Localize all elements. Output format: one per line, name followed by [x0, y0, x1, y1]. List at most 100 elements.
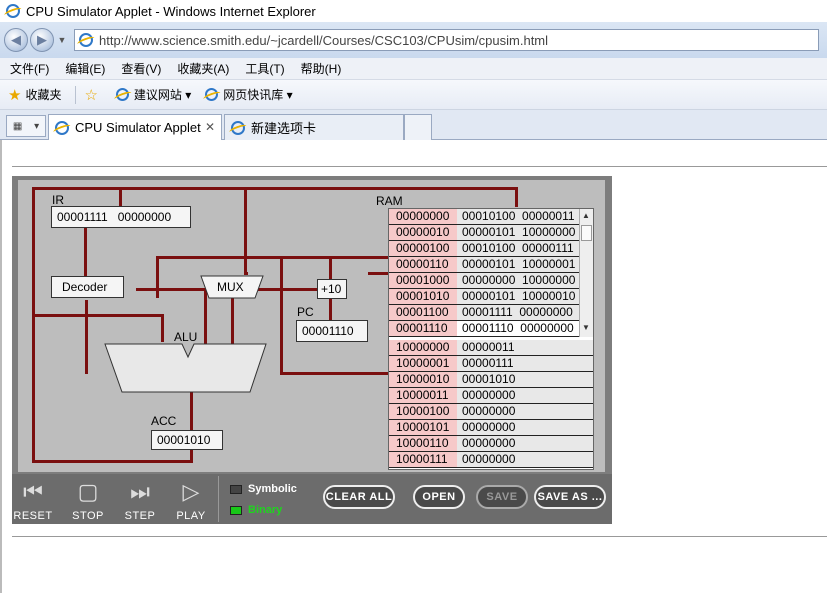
- ram-value[interactable]: 00010100 00000011: [457, 209, 593, 224]
- forward-button[interactable]: ▶: [30, 28, 54, 52]
- menu-help[interactable]: 帮助(H): [301, 60, 342, 77]
- ram-data-row[interactable]: 10000100 00000000: [389, 404, 593, 420]
- control-divider: [218, 476, 219, 522]
- ram-row[interactable]: 00000110 00000101 10000001: [389, 257, 593, 273]
- new-tab-title: 新建选项卡: [251, 121, 317, 136]
- binary-mode-toggle[interactable]: Binary: [230, 504, 282, 516]
- scroll-up-icon[interactable]: ▲: [582, 211, 590, 220]
- open-button[interactable]: OPEN: [413, 485, 465, 509]
- ram-data-row[interactable]: 10000111 00000000: [389, 452, 593, 468]
- acc-register[interactable]: 00001010: [151, 430, 223, 450]
- alu-shape: [104, 343, 267, 393]
- bus-wire: [32, 187, 35, 463]
- address-field[interactable]: http://www.science.smith.edu/~jcardell/C…: [74, 29, 819, 51]
- web-slice-gallery-button[interactable]: 网页快讯库 ▾: [205, 86, 293, 103]
- ram-row[interactable]: 00000000 00010100 00000011: [389, 209, 593, 225]
- ram-data-row[interactable]: 10000001 00000111: [389, 356, 593, 372]
- ram-value[interactable]: 00000000: [457, 452, 593, 467]
- ram-value[interactable]: 00001110 00000000: [457, 321, 593, 336]
- bus-wire: [244, 187, 247, 275]
- ram-value[interactable]: 00010100 00000111: [457, 241, 593, 256]
- ram-data-row[interactable]: 10000011 00000000: [389, 388, 593, 404]
- alu-label: ALU: [174, 330, 198, 344]
- ram-row[interactable]: 00000100 00010100 00000111: [389, 241, 593, 257]
- clear-all-button[interactable]: CLEAR ALL: [323, 485, 395, 509]
- ram-scrollbar[interactable]: ▲ ▼: [579, 209, 593, 337]
- tab-new-tab[interactable]: 新建选项卡: [224, 114, 404, 140]
- bus-wire: [32, 314, 164, 317]
- stop-label: STOP: [72, 510, 104, 522]
- favorites-bar: ★ 收藏夹 ☆ 建议网站 ▾ 网页快讯库 ▾: [0, 80, 827, 110]
- close-tab-icon[interactable]: ✕: [205, 120, 215, 134]
- ram-value[interactable]: 00000101 10000010: [457, 289, 593, 304]
- favorites-button[interactable]: ★ 收藏夹: [8, 86, 61, 104]
- tab-title: CPU Simulator Applet: [75, 120, 201, 135]
- ram-value[interactable]: 00000000: [457, 388, 593, 403]
- ram-value[interactable]: 00000000: [457, 420, 593, 435]
- back-button[interactable]: ◀: [4, 28, 28, 52]
- ram-data-row[interactable]: 10000010 00001010: [389, 372, 593, 388]
- separator: [75, 85, 77, 104]
- bus-wire: [32, 187, 517, 190]
- scroll-thumb[interactable]: [581, 225, 592, 241]
- ram-value[interactable]: 00000101 10000000: [457, 225, 593, 240]
- ram-value[interactable]: 00000000 10000000: [457, 273, 593, 288]
- ram-value[interactable]: 00001111 00000000: [457, 305, 593, 320]
- scroll-down-icon[interactable]: ▼: [582, 323, 590, 332]
- menu-file[interactable]: 文件(F): [10, 60, 49, 77]
- pc-register[interactable]: 00001110: [296, 320, 368, 342]
- stop-button[interactable]: ▢ STOP: [68, 480, 108, 523]
- ram-row[interactable]: 00001100 00001111 00000000: [389, 305, 593, 321]
- quick-tabs-button[interactable]: ▦ ▾: [6, 115, 46, 137]
- ram-data-row[interactable]: 10000101 00000000: [389, 420, 593, 436]
- bus-wire: [156, 256, 388, 259]
- ram-value[interactable]: 00001010: [457, 372, 593, 387]
- history-dropdown-icon[interactable]: ▼: [56, 35, 68, 45]
- ram-value[interactable]: 00000011: [457, 340, 593, 355]
- ram-value[interactable]: 00000111: [457, 356, 593, 371]
- play-label: PLAY: [176, 510, 206, 522]
- ram-data-row[interactable]: 10000000 00000011: [389, 340, 593, 356]
- ram-value[interactable]: 00000000: [457, 404, 593, 419]
- symbolic-led-icon: [230, 484, 242, 494]
- menu-edit[interactable]: 编辑(E): [65, 60, 105, 77]
- ie-logo-icon: [6, 4, 20, 18]
- suggested-sites-button[interactable]: 建议网站 ▾: [115, 86, 191, 103]
- ram-row[interactable]: 00000010 00000101 10000000: [389, 225, 593, 241]
- ram-table[interactable]: 00000000 00010100 00000011 00000010 000001…: [388, 208, 594, 470]
- add-favorite-button[interactable]: ☆: [84, 86, 101, 104]
- cpu-simulator-applet: IR 00001111 00000000 Decoder MUX +10 PC …: [12, 176, 612, 524]
- tab-list-dropdown-icon[interactable]: ▾: [34, 121, 39, 132]
- new-tab-button[interactable]: [404, 114, 432, 140]
- ir-register[interactable]: 00001111 00000000: [51, 206, 191, 228]
- step-button[interactable]: ⏭ STEP: [120, 479, 160, 523]
- quick-tabs-icon: ▦: [12, 120, 23, 132]
- play-button[interactable]: ▷ PLAY: [171, 480, 211, 523]
- ram-data-row[interactable]: 10000110 00000000: [389, 436, 593, 452]
- ram-row[interactable]: 00001000 00000000 10000000: [389, 273, 593, 289]
- reset-button[interactable]: ⏮ RESET: [13, 480, 53, 523]
- pc-increment-box: +10: [317, 279, 347, 299]
- menu-favorites[interactable]: 收藏夹(A): [177, 60, 229, 77]
- cpu-datapath: IR 00001111 00000000 Decoder MUX +10 PC …: [18, 180, 605, 472]
- save-as-button[interactable]: SAVE AS ...: [534, 485, 606, 509]
- ram-value[interactable]: 00000101 10000001: [457, 257, 593, 272]
- pc-label: PC: [297, 305, 314, 319]
- ram-address: 00000000: [389, 209, 457, 224]
- navigation-bar: ◀ ▶ ▼ http://www.science.smith.edu/~jcar…: [0, 22, 827, 58]
- ram-address: 00001000: [389, 273, 457, 288]
- add-to-favorites-icon: ☆: [84, 86, 98, 104]
- save-button[interactable]: SAVE: [476, 485, 528, 509]
- symbolic-mode-toggle[interactable]: Symbolic: [230, 483, 297, 495]
- address-url[interactable]: http://www.science.smith.edu/~jcardell/C…: [99, 33, 548, 48]
- menu-view[interactable]: 查看(V): [121, 60, 161, 77]
- menu-tools[interactable]: 工具(T): [245, 60, 284, 77]
- ram-row[interactable]: 00001010 00000101 10000010: [389, 289, 593, 305]
- ram-value[interactable]: 00000000: [457, 436, 593, 451]
- control-panel: ⏮ RESET ▢ STOP ⏭ STEP ▷ PLAY Symbolic Bi…: [12, 474, 612, 524]
- tab-cpu-simulator[interactable]: CPU Simulator Applet ✕: [48, 114, 222, 140]
- bus-wire: [190, 390, 193, 430]
- ram-address: 10000111: [389, 452, 457, 467]
- step-icon: ⏭: [130, 479, 150, 504]
- ram-row[interactable]: 00001110 00001110 00000000: [389, 321, 593, 337]
